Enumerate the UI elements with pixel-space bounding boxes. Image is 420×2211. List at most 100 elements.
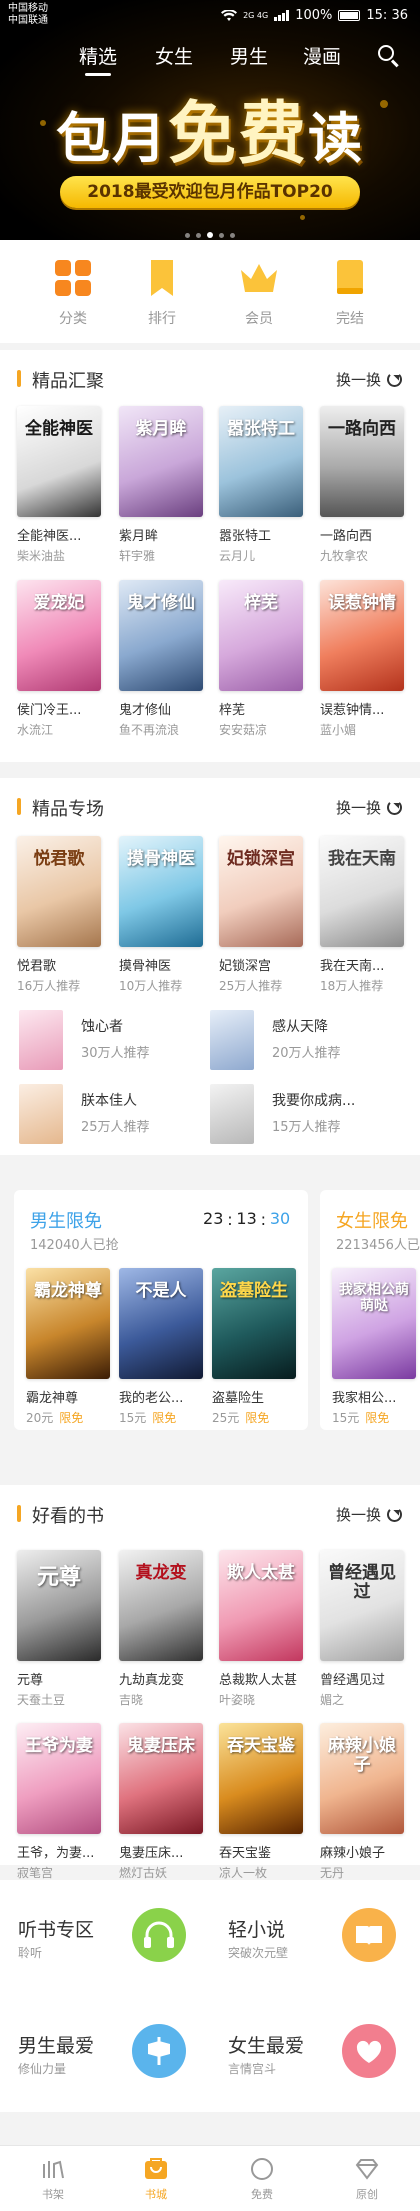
section-title: 精品汇聚 xyxy=(32,371,104,392)
open-book-icon xyxy=(342,1908,396,1962)
list-item[interactable]: 感从天降 20万人推荐 xyxy=(210,1010,410,1072)
book-card[interactable]: 摸骨神医 摸骨神医 10万人推荐 xyxy=(119,836,203,994)
tab-female[interactable]: 女生 xyxy=(155,42,193,69)
tile-male-favorite[interactable]: 男生最爱 修仙力量 xyxy=(0,1996,210,2112)
tab-original[interactable]: 原创 xyxy=(325,2156,409,2202)
category-classify[interactable]: 分类 xyxy=(33,258,113,328)
limited-count: 142040人已抢 xyxy=(30,1238,119,1253)
book-title: 元尊 xyxy=(17,1673,44,1688)
book-card[interactable]: 元尊 元尊 天蚕土豆 xyxy=(17,1550,101,1708)
book-title: 霸龙神尊 xyxy=(26,1391,79,1406)
book-cover: 鬼妻压床 xyxy=(119,1723,203,1834)
tab-label: 免费 xyxy=(251,2188,273,2201)
book-card[interactable]: 真龙变 九劫真龙变 吉晓 xyxy=(119,1550,203,1708)
banner-subtitle: 2018最受欢迎包月作品TOP20 xyxy=(60,176,360,208)
cover-title: 吞天宝鉴 xyxy=(227,1736,295,1756)
book-card[interactable]: 鬼才修仙 鬼才修仙 鱼不再流浪 xyxy=(119,580,203,738)
search-icon[interactable] xyxy=(378,45,400,67)
tab-comics[interactable]: 漫画 xyxy=(303,42,341,69)
book-card[interactable]: 霸龙神尊 霸龙神尊 20元 限免 xyxy=(26,1268,110,1426)
cover-title: 元尊 xyxy=(36,1564,81,1590)
book-card[interactable]: 吞天宝鉴 吞天宝鉴 凉人一枚 xyxy=(219,1723,303,1881)
book-thumb xyxy=(210,1084,254,1144)
book-card[interactable]: 梓芜 梓芜 安安菇凉 xyxy=(219,580,303,738)
wifi-icon xyxy=(221,9,238,21)
list-item-title: 感从天降 xyxy=(272,1019,328,1035)
tab-featured[interactable]: 精选 xyxy=(79,42,117,76)
list-item-title: 蚀心者 xyxy=(81,1019,123,1035)
book-price: 20元 限免 xyxy=(26,1409,110,1426)
tab-free[interactable]: 免费 xyxy=(220,2156,304,2202)
tab-male[interactable]: 男生 xyxy=(230,42,268,69)
tab-bookshelf[interactable]: 书架 xyxy=(11,2156,95,2202)
tab-label: 原创 xyxy=(356,2188,378,2201)
cover-title: 梓芜 xyxy=(244,593,278,613)
book-card[interactable]: 麻辣小娘子 麻辣小娘子 无丹 xyxy=(320,1723,404,1881)
book-card[interactable]: 盗墓险生 盗墓险生 25元 限免 xyxy=(212,1268,296,1426)
banner-title-part1: 包月 xyxy=(55,106,168,170)
book-card[interactable]: 一路向西 一路向西 九牧拿农 xyxy=(320,406,404,564)
book-card[interactable]: 爱宠妃 侯门冷王... 水流江 xyxy=(17,580,101,738)
limited-count: 2213456人已抢 xyxy=(336,1238,420,1253)
book-cover: 全能神医 xyxy=(17,406,101,517)
book-recommend-count: 25万人推荐 xyxy=(219,979,283,993)
list-item[interactable]: 我要你成病... 15万人推荐 xyxy=(210,1084,410,1146)
female-limited-card[interactable]: 女生限免 2213456人已抢 我家相公萌萌哒 我家相公... 15元限免 xyxy=(320,1190,420,1430)
book-title: 误惹钟情... xyxy=(320,703,385,718)
section-title: 好看的书 xyxy=(32,1506,104,1527)
refresh-button[interactable]: 换一换 xyxy=(336,1504,402,1525)
book-card[interactable]: 嚣张特工 嚣张特工 云月儿 xyxy=(219,406,303,564)
free-tag: 限免 xyxy=(365,1411,390,1425)
bookmark-icon xyxy=(142,258,182,298)
book-title: 我的老公... xyxy=(119,1391,184,1406)
banner-title-part2: 免费 xyxy=(167,94,308,174)
book-card[interactable]: 我在天南 我在天南... 18万人推荐 xyxy=(320,836,404,994)
book-card[interactable]: 妃锁深宫 妃锁深宫 25万人推荐 xyxy=(219,836,303,994)
book-cover: 梓芜 xyxy=(219,580,303,691)
book-card[interactable]: 王爷为妻 王爷，为妻... 寂笔宫 xyxy=(17,1723,101,1881)
price: 20元 xyxy=(26,1411,54,1425)
male-limited-card[interactable]: 男生限免 142040人已抢 23: 13: 30 霸龙神尊 霸龙神尊 20元限… xyxy=(14,1190,308,1430)
book-author: 柴米油盐 xyxy=(17,549,66,563)
book-icon xyxy=(330,258,370,298)
book-card[interactable]: 紫月眸 紫月眸 轩宇雅 xyxy=(119,406,203,564)
tile-audiobooks[interactable]: 听书专区 聆听 xyxy=(0,1880,210,1996)
book-title: 全能神医... xyxy=(17,529,82,544)
tile-title: 女生最爱 xyxy=(228,2035,305,2057)
book-card[interactable]: 全能神医 全能神医... 柴米油盐 xyxy=(17,406,101,564)
cover-title: 嚣张特工 xyxy=(227,419,295,439)
carrier-1: 中国移动 xyxy=(8,3,48,14)
refresh-icon xyxy=(387,372,402,387)
price: 25元 xyxy=(212,1411,240,1425)
book-card[interactable]: 不是人 我的老公... 15元 限免 xyxy=(119,1268,203,1426)
category-vip[interactable]: 会员 xyxy=(219,258,299,328)
book-card[interactable]: 悦君歌 悦君歌 16万人推荐 xyxy=(17,836,101,994)
refresh-button[interactable]: 换一换 xyxy=(336,369,402,390)
feature-tiles: 听书专区 聆听 轻小说 突破次元壁 男生最爱 修仙力量 女生最爱 言情宫斗 xyxy=(0,1880,420,2112)
book-recommend-count: 18万人推荐 xyxy=(320,979,384,993)
tile-light-novel[interactable]: 轻小说 突破次元壁 xyxy=(210,1880,420,1996)
book-cover: 嚣张特工 xyxy=(219,406,303,517)
list-item[interactable]: 朕本佳人 25万人推荐 xyxy=(19,1084,219,1146)
cover-title: 盗墓险生 xyxy=(220,1281,288,1301)
category-ranking[interactable]: 排行 xyxy=(122,258,202,328)
cover-title: 王爷为妻 xyxy=(25,1736,93,1756)
tile-female-favorite[interactable]: 女生最爱 言情宫斗 xyxy=(210,1996,420,2112)
refresh-button[interactable]: 换一换 xyxy=(336,797,402,818)
book-cover: 我在天南 xyxy=(320,836,404,947)
category-finished[interactable]: 完结 xyxy=(310,258,390,328)
book-cover: 爱宠妃 xyxy=(17,580,101,691)
book-card[interactable]: 鬼妻压床 鬼妻压床... 燃灯古妖 xyxy=(119,1723,203,1881)
store-icon xyxy=(114,2156,198,2182)
tab-bookstore[interactable]: 书城 xyxy=(114,2156,198,2202)
book-card[interactable]: 曾经遇见过 曾经遇见过 媚之 xyxy=(320,1550,404,1708)
book-author: 蓝小媚 xyxy=(320,723,357,737)
book-title: 麻辣小娘子 xyxy=(320,1846,386,1861)
book-card[interactable]: 欺人太甚 总裁欺人太甚 叶姿晓 xyxy=(219,1550,303,1708)
book-card[interactable]: 我家相公萌萌哒 我家相公... 15元 限免 xyxy=(332,1268,416,1426)
book-card[interactable]: 误惹钟情 误惹钟情... 蓝小媚 xyxy=(320,580,404,738)
promo-banner[interactable]: 中国移动 中国联通 2G 4G 100% 15: 36 精选 女生 男生 漫画 … xyxy=(0,0,420,240)
tile-subtitle: 聆听 xyxy=(18,1946,43,1960)
book-thumb xyxy=(19,1084,63,1144)
list-item[interactable]: 蚀心者 30万人推荐 xyxy=(19,1010,219,1072)
